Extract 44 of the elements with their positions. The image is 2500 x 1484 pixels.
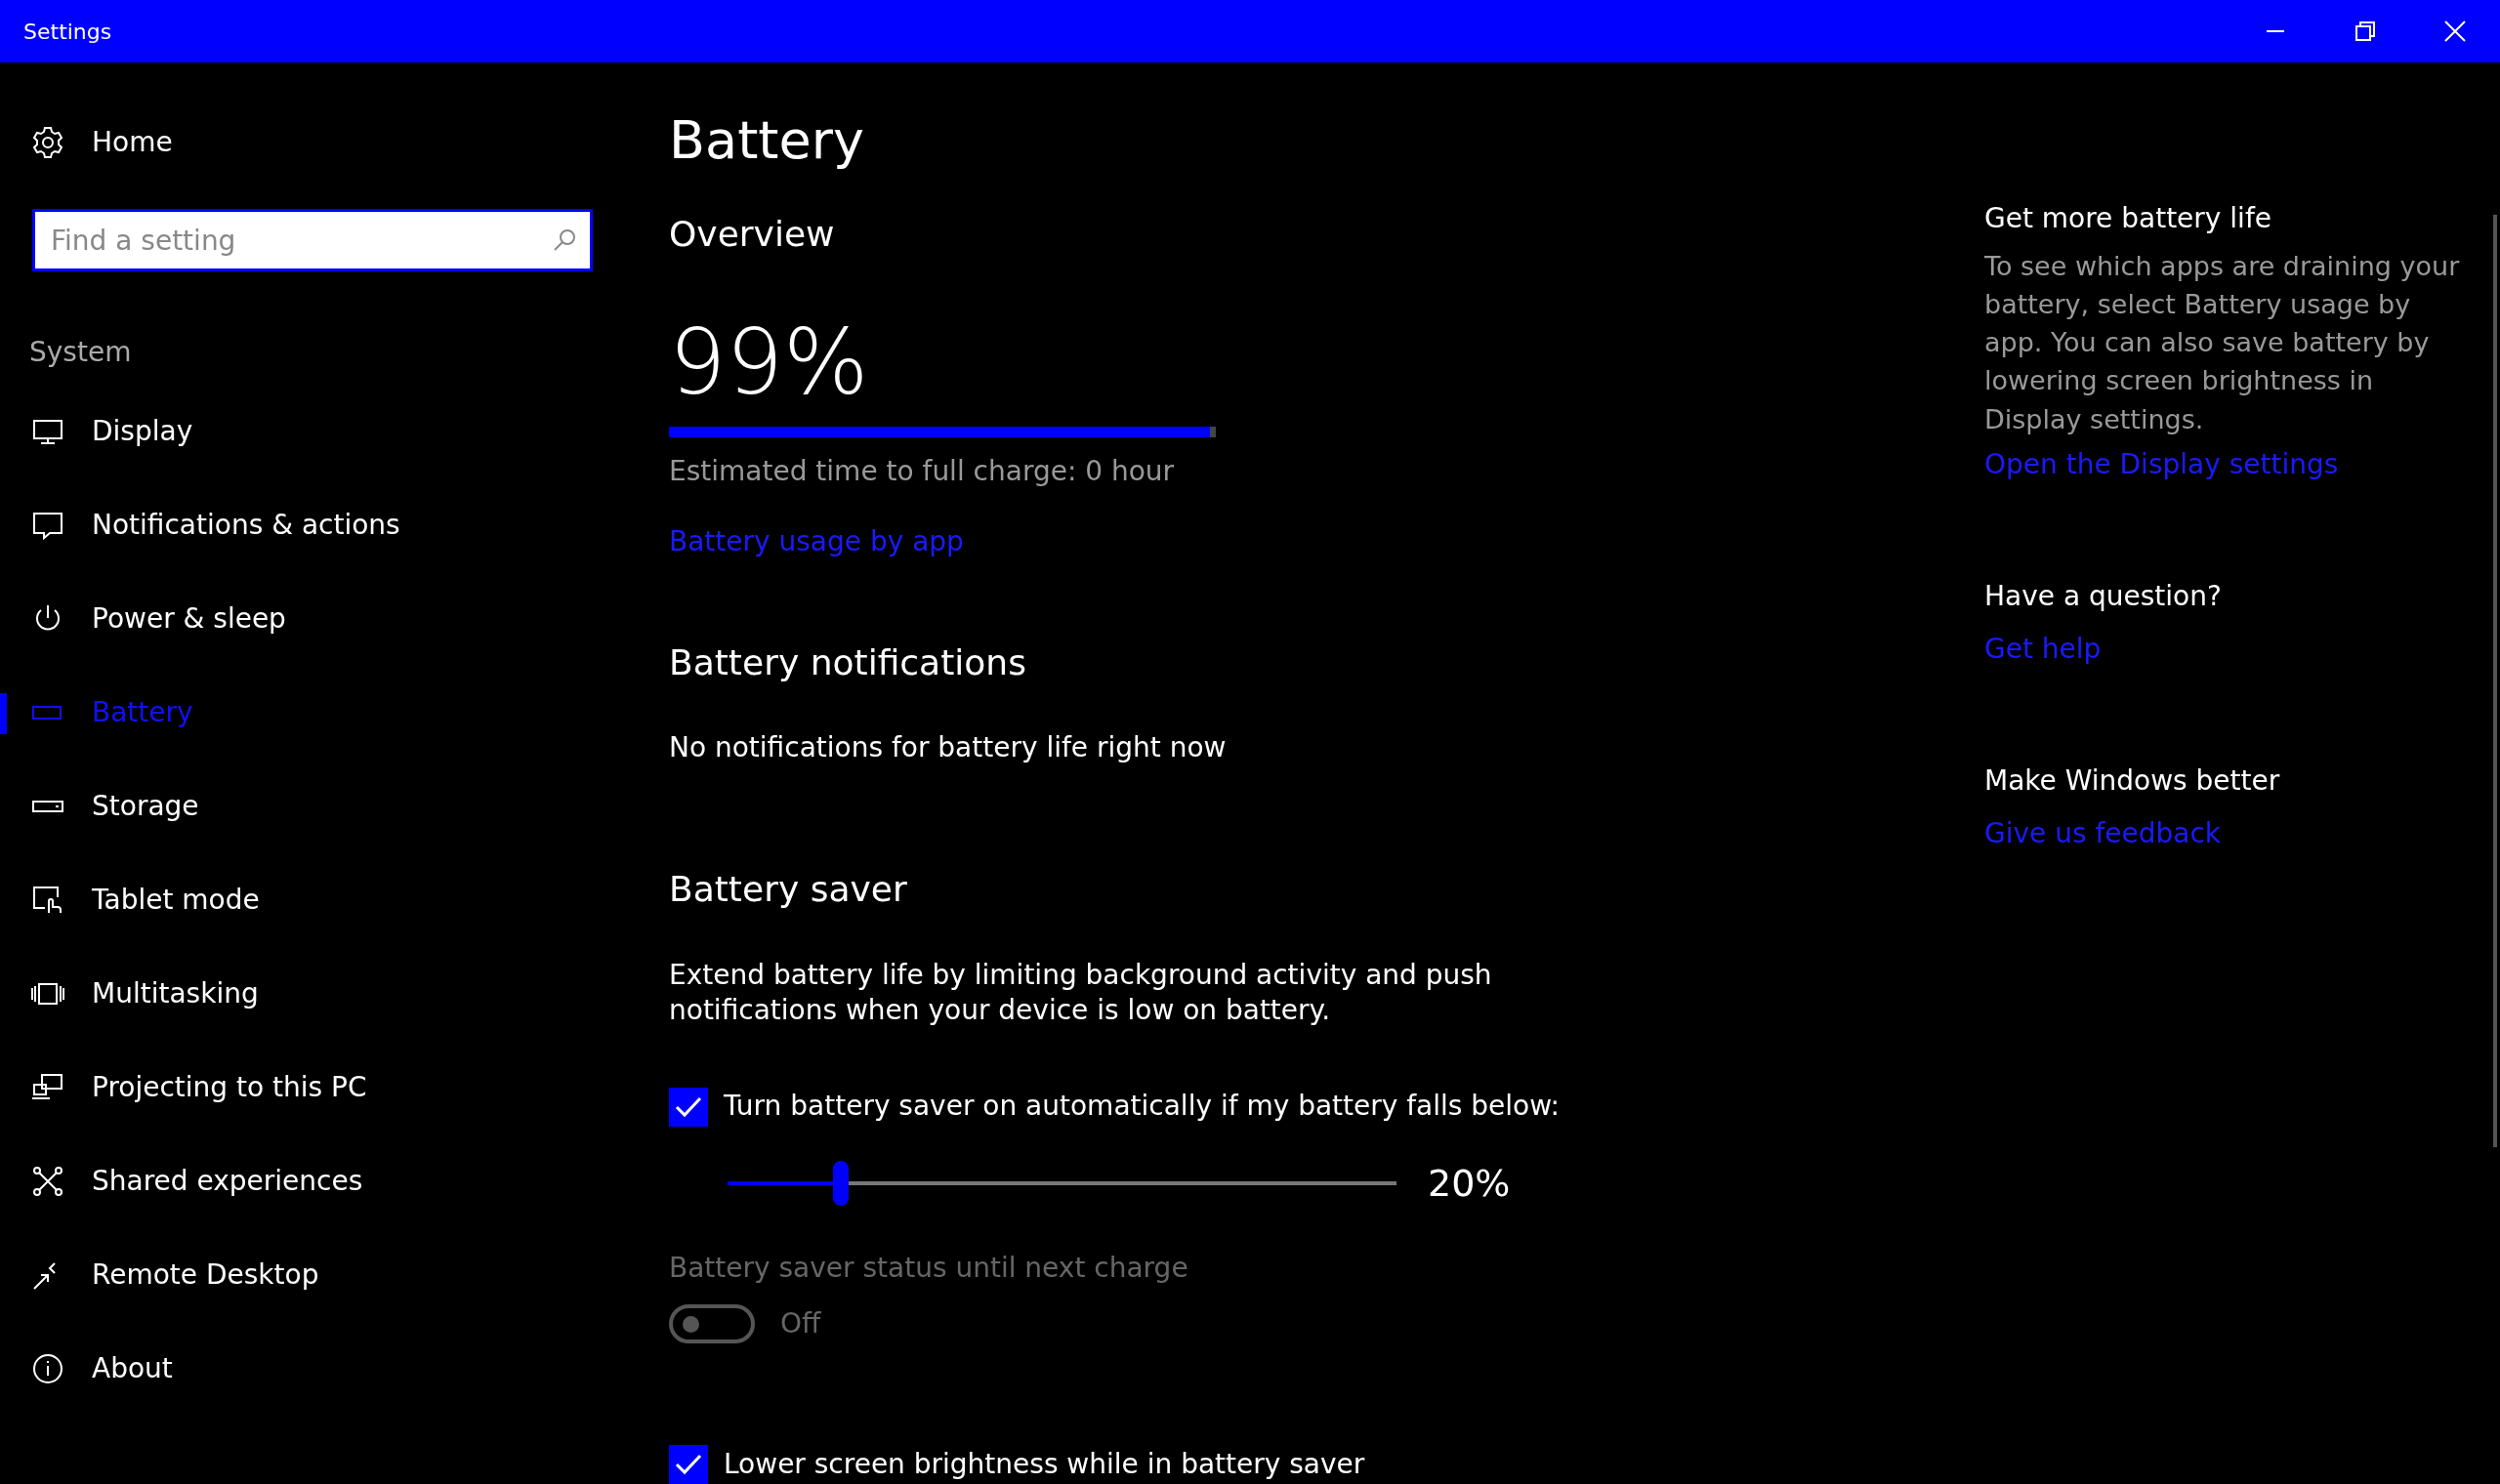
checkbox[interactable]: [669, 1444, 708, 1484]
section-heading: System: [28, 335, 133, 370]
toggle-state: Off: [780, 1305, 821, 1341]
panel-heading: Get more battery life: [1984, 201, 2272, 236]
section-heading: Battery notifications: [669, 640, 1027, 684]
sidebar-item[interactable]: Multitasking: [0, 947, 625, 1041]
panel-text: To see which apps are draining your battery, select Battery usage by app. You can also save battery by lowering screen brightness in Display settings.: [1984, 250, 2461, 436]
selection-indicator: [0, 693, 7, 734]
notification-status: No notifications for battery life right now: [669, 730, 1228, 766]
panel-heading: Have a question?: [1984, 578, 2223, 614]
charge-estimate: Estimated time to full charge: 0 hour: [669, 453, 1176, 489]
search-icon[interactable]: [552, 227, 577, 253]
section-heading: Overview: [669, 213, 836, 256]
saver-description: Extend battery life by limiting background activity and push notifications when your device is low on battery.: [669, 957, 1493, 1029]
sidebar-item[interactable]: Shared experiences: [0, 1134, 625, 1228]
checkbox-label: Lower screen brightness while in battery saver: [724, 1446, 1365, 1482]
sidebar-item[interactable]: Remote Desktop: [0, 1228, 625, 1322]
slider-value: 20%: [1428, 1160, 1511, 1207]
info-icon: [31, 1352, 64, 1385]
page-title: Battery: [669, 111, 865, 170]
slider-track[interactable]: [728, 1181, 1396, 1185]
minimize-icon: [2266, 30, 2285, 32]
section-heading: Battery saver: [669, 867, 908, 910]
panel-heading: Make Windows better: [1984, 763, 2281, 799]
sidebar-item[interactable]: Tablet mode: [0, 853, 625, 947]
sidebar-item[interactable]: About: [0, 1322, 625, 1416]
battery-percentage: 99%: [669, 317, 870, 408]
sidebar-item[interactable]: Display: [0, 385, 625, 478]
close-icon: [2444, 21, 2466, 42]
home-link[interactable]: Home: [0, 96, 625, 189]
setting-label: Battery saver status until next charge: [669, 1250, 1189, 1286]
slider-thumb[interactable]: [833, 1161, 850, 1206]
search-field[interactable]: Find a setting: [32, 209, 593, 271]
window-title: Settings: [22, 18, 113, 46]
sidebar-item[interactable]: Storage: [0, 760, 625, 853]
sidebar-item[interactable]: Notifications & actions: [0, 478, 625, 572]
network-nodes-icon: [31, 1165, 64, 1198]
checkbox-label: Turn battery saver on automatically if my battery falls below:: [724, 1089, 1561, 1125]
sidebar-item[interactable]: Projecting to this PC: [0, 1041, 625, 1134]
restore-icon: [2355, 21, 2375, 41]
sidebar-item[interactable]: Power & sleep: [0, 572, 625, 666]
scrollbar[interactable]: [2493, 215, 2497, 1147]
settings-icon: [31, 126, 64, 159]
checkbox[interactable]: [669, 1087, 708, 1127]
